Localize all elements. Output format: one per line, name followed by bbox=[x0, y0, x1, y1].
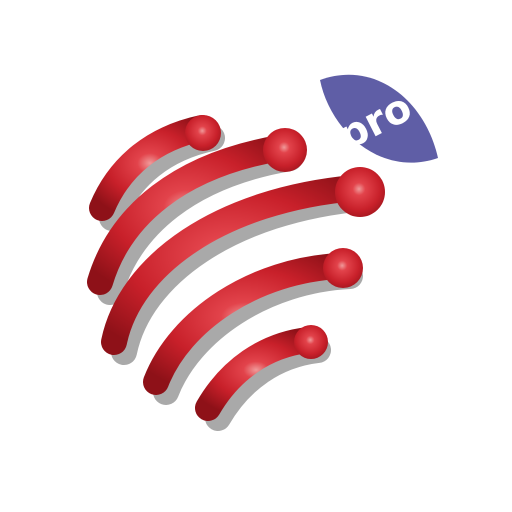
stripe-end-3 bbox=[335, 167, 385, 217]
stripe-end-1 bbox=[185, 115, 221, 151]
pro-badge-icon: pro bbox=[320, 74, 438, 163]
stripe-end-5 bbox=[294, 325, 328, 359]
stripes bbox=[87, 115, 368, 421]
stripe-end-2 bbox=[263, 128, 307, 172]
red-globe-stripes-icon: pro bbox=[87, 74, 438, 431]
app-icon: pro bbox=[0, 0, 512, 512]
stripe-end-4 bbox=[323, 248, 363, 288]
